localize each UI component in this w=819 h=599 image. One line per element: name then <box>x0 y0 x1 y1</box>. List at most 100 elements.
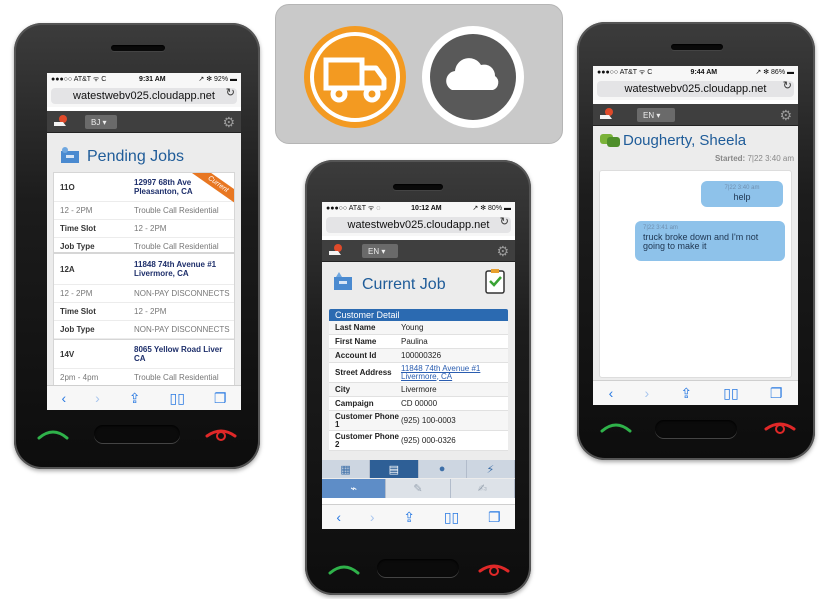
back-icon[interactable]: ‹ <box>61 390 66 406</box>
street-address-link[interactable]: 11848 74th Avenue #1 Livermore, CA <box>401 364 508 381</box>
message-bubble: 7|22 3:40 am help <box>701 181 783 207</box>
page-title: Pending Jobs <box>87 148 184 165</box>
last-name-label: Last Name <box>335 322 376 332</box>
content-area: Dougherty, Sheela Started: 7|22 3:40 am … <box>593 126 798 381</box>
battery: ↗ ✻ 92% ▬ <box>198 76 237 83</box>
wrench-icon[interactable]: ✎ <box>386 479 451 498</box>
hangup-icon[interactable] <box>477 562 511 576</box>
app-logo-icon[interactable] <box>52 114 68 130</box>
signal-icon[interactable]: ⌁ <box>322 479 387 498</box>
earpiece <box>393 184 443 190</box>
campaign-value: CD 00000 <box>401 398 438 408</box>
reload-icon[interactable]: ↻ <box>783 79 792 92</box>
time-slot-label: Time Slot <box>60 307 96 316</box>
person-icon[interactable]: ● <box>418 460 467 478</box>
call-icon[interactable] <box>327 562 361 576</box>
city-value: Livermore <box>401 384 437 394</box>
browser-toolbar: ‹ › ⇪ ▯▯ ❐ <box>593 380 798 405</box>
last-name-value: Young <box>401 322 424 332</box>
call-icon[interactable] <box>599 420 633 434</box>
job-id: 11O <box>60 182 75 192</box>
url-text[interactable]: watestwebv025.cloudapp.net <box>625 83 767 95</box>
gear-icon[interactable]: ⚙ <box>496 243 509 259</box>
job-address: 11848 74th Avenue #1 Livermore, CA <box>134 260 217 278</box>
time-slot-label: Time Slot <box>60 224 96 233</box>
back-icon[interactable]: ‹ <box>336 509 341 525</box>
gear-icon[interactable]: ⚙ <box>222 114 235 130</box>
tabs-icon[interactable]: ❐ <box>214 390 227 407</box>
language-select[interactable]: BJ ▾ <box>85 115 117 129</box>
clock: 9:31 AM <box>139 75 166 83</box>
customer-phone-1-value: (925) 100-0003 <box>401 415 456 425</box>
home-button[interactable] <box>655 420 737 438</box>
app-header: EN ▾ ⚙ <box>593 104 798 126</box>
content-area: Current Job Customer Detail Last Name You… <box>322 262 515 488</box>
signature-icon[interactable]: ✍ <box>450 479 515 498</box>
url-bar[interactable]: watestwebv025.cloudapp.net ↻ <box>47 85 241 107</box>
job-icon[interactable]: ▦ <box>322 460 371 478</box>
started-line: Started: 7|22 3:40 am <box>715 154 794 163</box>
logo-banner <box>275 4 563 144</box>
job-type: Trouble Call Residential <box>134 373 219 382</box>
job-card[interactable]: 12A 11848 74th Avenue #1 Livermore, CA 12… <box>53 253 235 339</box>
bookmarks-icon[interactable]: ▯▯ <box>723 385 738 402</box>
screen-center: ●●●○○ AT&T ᯤ ◌ 10:12 AM ↗ ✻ 80% ▬ watest… <box>322 202 515 529</box>
forward-icon[interactable]: › <box>370 509 375 525</box>
share-icon[interactable]: ⇪ <box>129 390 141 407</box>
job-type-value: NON-PAY DISCONNECTS <box>134 325 230 334</box>
battery: ↗ ✻ 86% ▬ <box>755 69 794 76</box>
job-tab-bar: ▦ ▤ ● ⚡ <box>322 460 515 478</box>
bookmarks-icon[interactable]: ▯▯ <box>444 509 459 526</box>
gear-icon[interactable]: ⚙ <box>779 107 792 123</box>
app-logo-icon[interactable] <box>598 107 614 123</box>
app-header: EN ▾ ⚙ <box>322 240 515 262</box>
job-type: NON-PAY DISCONNECTS <box>134 289 230 298</box>
pending-jobs-icon <box>61 147 79 163</box>
tabs-icon[interactable]: ❐ <box>770 385 783 402</box>
job-card[interactable]: 14V 8065 Yellow Road Liver CA 2pm - 4pm Tr… <box>53 339 235 391</box>
app-logo-icon[interactable] <box>327 243 343 259</box>
customer-phone-1-label: Customer Phone 1 <box>335 411 400 429</box>
share-icon[interactable]: ⇪ <box>680 385 692 402</box>
forward-icon[interactable]: › <box>95 390 100 406</box>
contact-name: Dougherty, Sheela <box>623 132 747 149</box>
clock: 10:12 AM <box>411 204 442 212</box>
customer-detail-table: Customer Detail Last Name Young First Nam… <box>329 309 508 451</box>
language-value: EN ▾ <box>368 246 386 256</box>
started-label: Started: <box>714 154 746 163</box>
job-card[interactable]: Current 11O 12997 68th Ave Pleasanton, CA… <box>53 172 235 253</box>
url-text[interactable]: watestwebv025.cloudapp.net <box>73 90 215 102</box>
detail-icon[interactable]: ▤ <box>370 460 419 478</box>
home-button[interactable] <box>377 559 459 577</box>
language-value: BJ ▾ <box>91 117 107 127</box>
job-id: 12A <box>60 264 75 274</box>
plug-icon[interactable]: ⚡ <box>466 460 515 478</box>
share-icon[interactable]: ⇪ <box>403 509 415 526</box>
customer-phone-2-label: Customer Phone 2 <box>335 431 400 449</box>
forward-icon[interactable]: › <box>644 385 649 401</box>
carrier: ●●●○○ AT&T ᯤ ◌ <box>326 204 381 212</box>
tabs-icon[interactable]: ❐ <box>488 509 501 526</box>
hangup-icon[interactable] <box>204 427 238 441</box>
language-select[interactable]: EN ▾ <box>362 244 398 258</box>
message-text: truck broke down and I'm not going to ma… <box>643 232 759 251</box>
bookmarks-icon[interactable]: ▯▯ <box>170 390 185 407</box>
language-select[interactable]: EN ▾ <box>637 108 675 122</box>
status-bar: ●●●○○ AT&T ᯤ ◌ 10:12 AM ↗ ✻ 80% ▬ <box>322 202 515 214</box>
street-address-label: Street Address <box>335 367 392 377</box>
reload-icon[interactable]: ↻ <box>226 86 235 99</box>
hangup-icon[interactable] <box>763 420 797 434</box>
started-value: 7|22 3:40 am <box>747 154 794 163</box>
url-bar[interactable]: watestwebv025.cloudapp.net ↻ <box>593 78 798 100</box>
clock: 9:44 AM <box>690 68 718 76</box>
url-bar[interactable]: watestwebv025.cloudapp.net ↻ <box>322 214 515 236</box>
call-icon[interactable] <box>36 427 70 441</box>
clipboard-check-icon[interactable] <box>484 268 506 294</box>
carrier: ●●●○○ AT&T ᯤ C <box>597 68 653 76</box>
url-text[interactable]: watestwebv025.cloudapp.net <box>348 219 490 231</box>
reload-icon[interactable]: ↻ <box>500 215 509 228</box>
battery: ↗ ✻ 80% ▬ <box>472 205 511 212</box>
home-button[interactable] <box>94 425 180 443</box>
back-icon[interactable]: ‹ <box>609 385 614 401</box>
chat-thread[interactable]: 7|22 3:40 am help 7|22 3:41 am truck bro… <box>599 170 792 378</box>
